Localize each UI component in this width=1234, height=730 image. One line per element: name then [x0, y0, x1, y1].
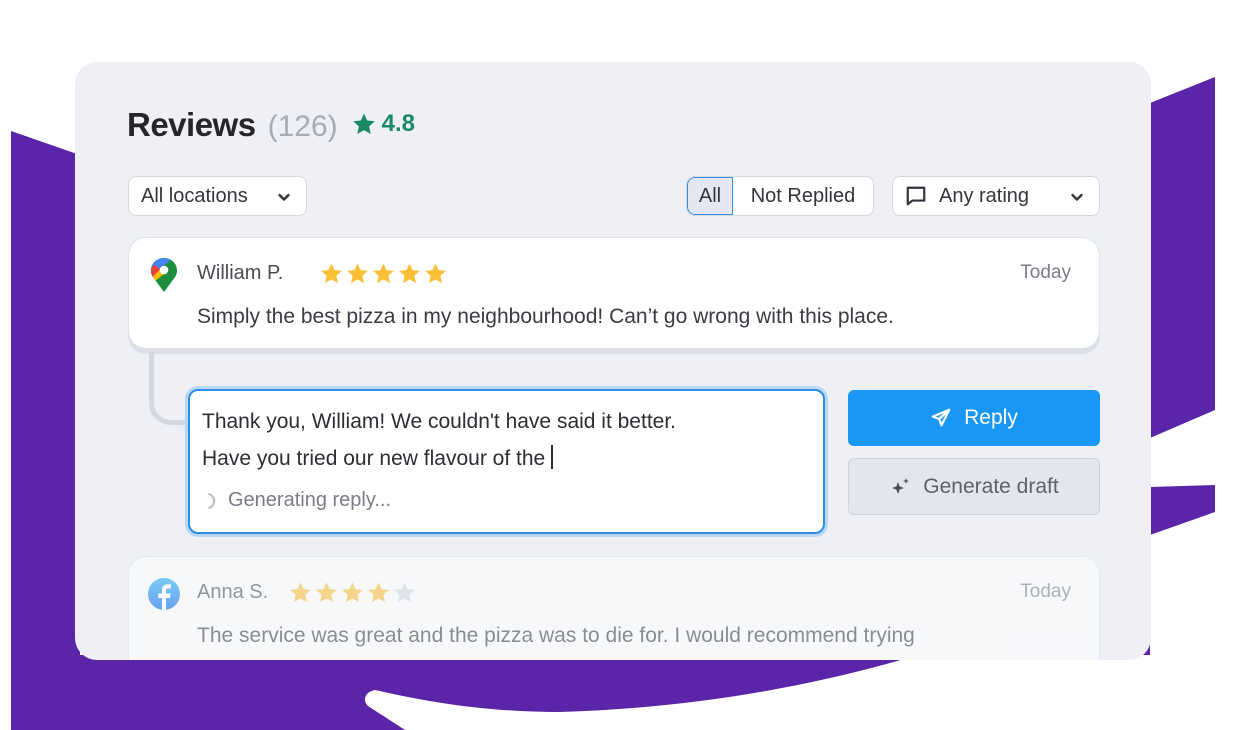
star-rating: [320, 262, 447, 285]
send-icon: [931, 408, 951, 427]
star-rating: [289, 581, 416, 604]
location-select-value: All locations: [141, 184, 248, 207]
rating-value: 4.8: [381, 110, 416, 137]
review-date: Today: [1020, 581, 1071, 602]
location-select[interactable]: All locations: [128, 176, 307, 216]
review-author: Anna S.: [197, 581, 269, 603]
star-filled-icon: [321, 263, 342, 284]
generate-draft-button[interactable]: Generate draft: [848, 458, 1100, 515]
rating-select-value: Any rating: [939, 184, 1030, 207]
text-cursor: [551, 445, 554, 469]
star-icon: [352, 113, 375, 134]
reply-button-label: Reply: [964, 406, 1018, 429]
generating-status-text: Generating reply...: [228, 489, 392, 511]
star-filled-icon: [342, 582, 363, 603]
review-text: Simply the best pizza in my neighbourhoo…: [197, 305, 894, 328]
reply-text-line-2: Have you tried our new flavour of the: [202, 445, 554, 471]
review-date: Today: [1020, 262, 1071, 283]
chevron-down-icon: [1069, 189, 1085, 205]
star-filled-icon: [316, 582, 337, 603]
reply-text-line-2-content: Have you tried our new flavour of the: [202, 447, 546, 470]
message-square-icon: [906, 186, 926, 206]
filter-not-replied-button[interactable]: Not Replied: [733, 177, 873, 215]
spinner-icon: [208, 492, 216, 509]
generate-draft-label: Generate draft: [923, 474, 1059, 498]
review-card[interactable]: William P. Today Simply the best pizza i…: [128, 237, 1100, 349]
reviews-panel: Reviews (126) 4.8 All locations All Not …: [75, 62, 1151, 660]
sparkles-icon: [892, 477, 910, 494]
star-filled-icon: [373, 263, 394, 284]
chevron-down-icon: [276, 189, 292, 205]
google-maps-pin-icon: [151, 258, 177, 292]
review-card[interactable]: Anna S. Today The service was great and …: [128, 556, 1100, 660]
star-filled-icon: [290, 582, 311, 603]
reply-textarea[interactable]: Thank you, William! We couldn't have sai…: [188, 389, 825, 534]
reviews-header: Reviews (126) 4.8: [127, 106, 415, 144]
star-filled-icon: [347, 263, 368, 284]
review-text: The service was great and the pizza was …: [197, 624, 915, 647]
filter-all-button[interactable]: All: [687, 177, 733, 215]
star-empty-icon: [394, 582, 415, 603]
rating-select[interactable]: Any rating: [892, 176, 1100, 216]
generating-status: Generating reply...: [202, 489, 391, 512]
review-author: William P.: [197, 262, 284, 284]
reply-status-toggle: All Not Replied: [686, 176, 874, 216]
star-filled-icon: [368, 582, 389, 603]
star-filled-icon: [399, 263, 420, 284]
review-count: (126): [267, 110, 338, 143]
reply-text-line-1: Thank you, William! We couldn't have sai…: [202, 410, 677, 433]
average-rating: 4.8: [352, 110, 415, 138]
reply-button[interactable]: Reply: [848, 390, 1100, 446]
facebook-icon: [148, 578, 180, 610]
star-filled-icon: [425, 263, 446, 284]
page-title: Reviews: [127, 106, 256, 143]
